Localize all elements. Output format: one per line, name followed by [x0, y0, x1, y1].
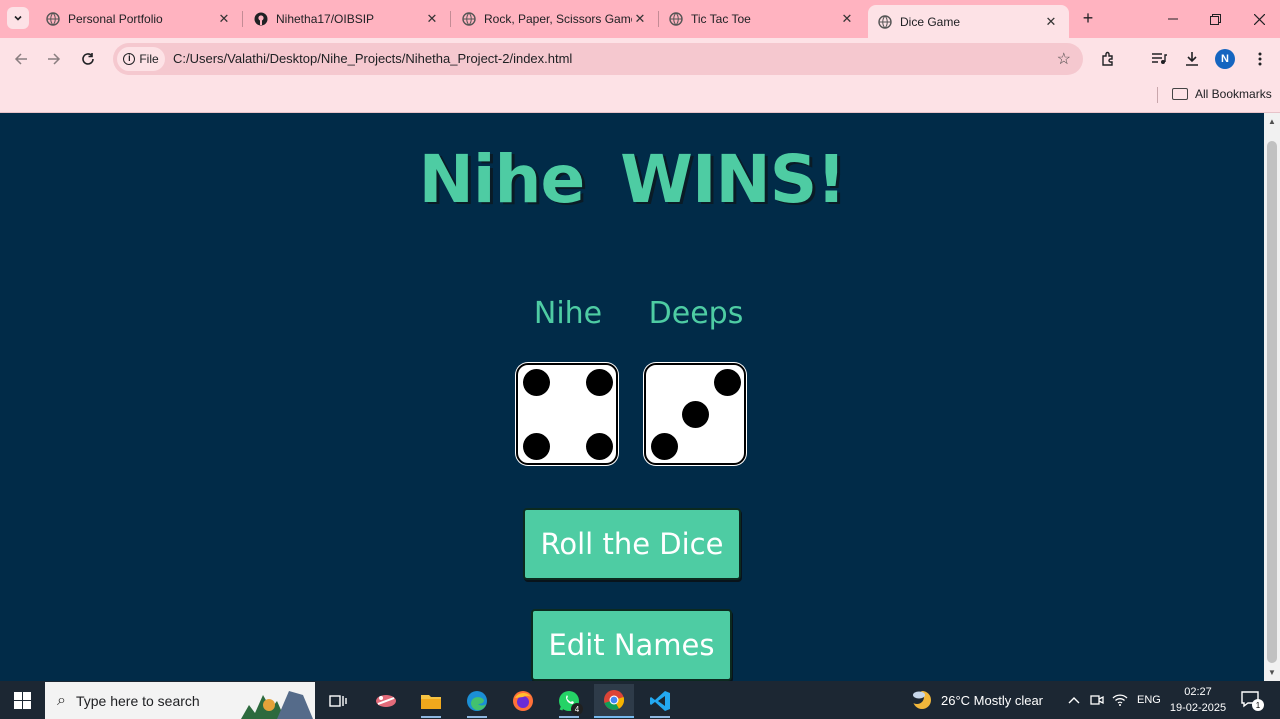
taskbar-clock[interactable]: 02:27 19-02-2025 — [1168, 684, 1228, 716]
close-icon[interactable]: ✕ — [216, 11, 232, 27]
tab-title: Rock, Paper, Scissors Game — [484, 12, 632, 26]
page-scrollbar[interactable]: ▲ ▼ — [1264, 113, 1280, 681]
weather-text: 26°C Mostly clear — [941, 692, 1044, 708]
bookmarks-bar: All Bookmarks — [0, 80, 1280, 113]
windows-taskbar: ⌕ Type here to search 4 26°C Mostly clea… — [0, 681, 1280, 719]
die-pip — [523, 433, 550, 460]
clock-time: 02:27 — [1184, 686, 1212, 698]
player2-die — [644, 363, 746, 465]
die-pip — [586, 369, 613, 396]
folder-icon — [1172, 88, 1188, 100]
player2-name: Deeps — [648, 296, 744, 331]
tab-rock-paper-scissors[interactable]: Rock, Paper, Scissors Game ✕ — [452, 0, 658, 38]
tab-tic-tac-toe[interactable]: Tic Tac Toe ✕ — [659, 0, 865, 38]
task-view-icon[interactable] — [318, 684, 358, 718]
github-icon — [254, 12, 268, 26]
close-icon[interactable]: ✕ — [1043, 14, 1059, 30]
close-window-icon[interactable] — [1238, 0, 1280, 38]
player1-name: Nihe — [533, 296, 603, 331]
close-icon[interactable]: ✕ — [424, 11, 440, 27]
wifi-icon[interactable] — [1112, 681, 1128, 719]
whatsapp-icon[interactable]: 4 — [549, 684, 589, 718]
meet-now-icon[interactable] — [1090, 681, 1104, 719]
restore-icon[interactable] — [1194, 0, 1236, 38]
globe-icon — [462, 12, 476, 26]
browser-toolbar: i File C:/Users/Valathi/Desktop/Nihe_Pro… — [0, 38, 1280, 80]
snipping-tool-icon[interactable] — [366, 684, 406, 718]
die-pip — [651, 433, 678, 460]
tab-title: Dice Game — [900, 14, 961, 29]
address-bar[interactable]: i File C:/Users/Valathi/Desktop/Nihe_Pro… — [113, 43, 1083, 75]
firefox-icon[interactable] — [503, 684, 543, 718]
all-bookmarks-label: All Bookmarks — [1195, 87, 1272, 101]
player1-die — [516, 363, 618, 465]
minimize-icon[interactable] — [1152, 0, 1194, 38]
notification-center-icon[interactable]: 1 — [1240, 689, 1264, 711]
tab-title: Tic Tac Toe — [691, 12, 751, 26]
chrome-icon[interactable] — [594, 684, 634, 718]
chip-label: File — [139, 52, 159, 66]
new-tab-plus-icon[interactable]: + — [1078, 8, 1098, 28]
bookmark-star-icon[interactable]: ☆ — [1057, 49, 1071, 69]
edge-browser-icon[interactable] — [457, 684, 497, 718]
bookmarks-divider — [1157, 87, 1158, 103]
scroll-up-arrow-icon[interactable]: ▲ — [1268, 117, 1276, 126]
weather-widget[interactable]: 26°C Mostly clear — [910, 681, 1043, 719]
globe-icon — [878, 14, 892, 29]
search-icon: ⌕ — [57, 691, 66, 709]
close-icon[interactable]: ✕ — [632, 11, 648, 27]
weather-moon-icon — [910, 690, 931, 709]
tab-strip: Personal Portfolio ✕ Nihetha17/OIBSIP ✕ … — [0, 0, 1280, 38]
globe-icon — [669, 12, 683, 26]
show-hidden-icons-chevron-icon[interactable] — [1068, 681, 1080, 719]
die-pip — [586, 433, 613, 460]
extensions-icon[interactable] — [1097, 48, 1119, 70]
globe-icon — [46, 12, 60, 26]
tab-search-button[interactable] — [7, 7, 29, 29]
download-icon[interactable] — [1181, 48, 1203, 70]
media-controls-icon[interactable] — [1148, 48, 1170, 70]
tab-title: Nihetha17/OIBSIP — [276, 12, 375, 26]
chevron-down-icon — [14, 15, 22, 21]
close-icon[interactable]: ✕ — [839, 11, 855, 27]
site-info-chip[interactable]: i File — [117, 47, 165, 71]
more-menu-icon[interactable] — [1249, 48, 1271, 70]
reload-icon[interactable] — [76, 47, 100, 71]
edit-names-button[interactable]: Edit Names — [531, 609, 732, 681]
roll-dice-button[interactable]: Roll the Dice — [523, 508, 741, 580]
whatsapp-badge: 4 — [571, 703, 583, 715]
dice-game-page: Nihe WINS! Nihe Deeps Roll the Dice Edit… — [0, 113, 1264, 681]
notification-badge: 1 — [1252, 699, 1264, 711]
tab-github[interactable]: Nihetha17/OIBSIP ✕ — [244, 0, 450, 38]
die-pip — [682, 401, 709, 428]
url-text[interactable]: C:/Users/Valathi/Desktop/Nihe_Projects/N… — [173, 43, 572, 75]
die-pip — [523, 369, 550, 396]
profile-avatar[interactable]: N — [1215, 49, 1235, 69]
info-icon: i — [123, 53, 136, 65]
die-pip — [714, 369, 741, 396]
vscode-icon[interactable] — [640, 684, 680, 718]
scrollbar-thumb[interactable] — [1267, 141, 1277, 663]
tab-title: Personal Portfolio — [68, 12, 163, 26]
search-highlight-illustration-icon — [241, 691, 313, 719]
tab-dice-game[interactable]: Dice Game ✕ — [868, 5, 1069, 38]
search-placeholder: Type here to search — [75, 692, 200, 709]
scroll-down-arrow-icon[interactable]: ▼ — [1268, 668, 1276, 677]
input-language[interactable]: ENG — [1137, 681, 1161, 719]
clock-date: 19-02-2025 — [1169, 702, 1227, 714]
windows-start-icon[interactable] — [0, 681, 44, 719]
file-explorer-icon[interactable] — [411, 684, 451, 718]
taskbar-search-box[interactable]: ⌕ Type here to search — [45, 682, 315, 719]
tab-divider — [242, 11, 243, 27]
tab-personal-portfolio[interactable]: Personal Portfolio ✕ — [36, 0, 242, 38]
forward-arrow-icon[interactable] — [42, 47, 66, 71]
tab-divider — [450, 11, 451, 27]
winner-headline: Nihe WINS! — [418, 141, 847, 218]
all-bookmarks-button[interactable]: All Bookmarks — [1172, 80, 1272, 108]
back-arrow-icon[interactable] — [9, 47, 33, 71]
